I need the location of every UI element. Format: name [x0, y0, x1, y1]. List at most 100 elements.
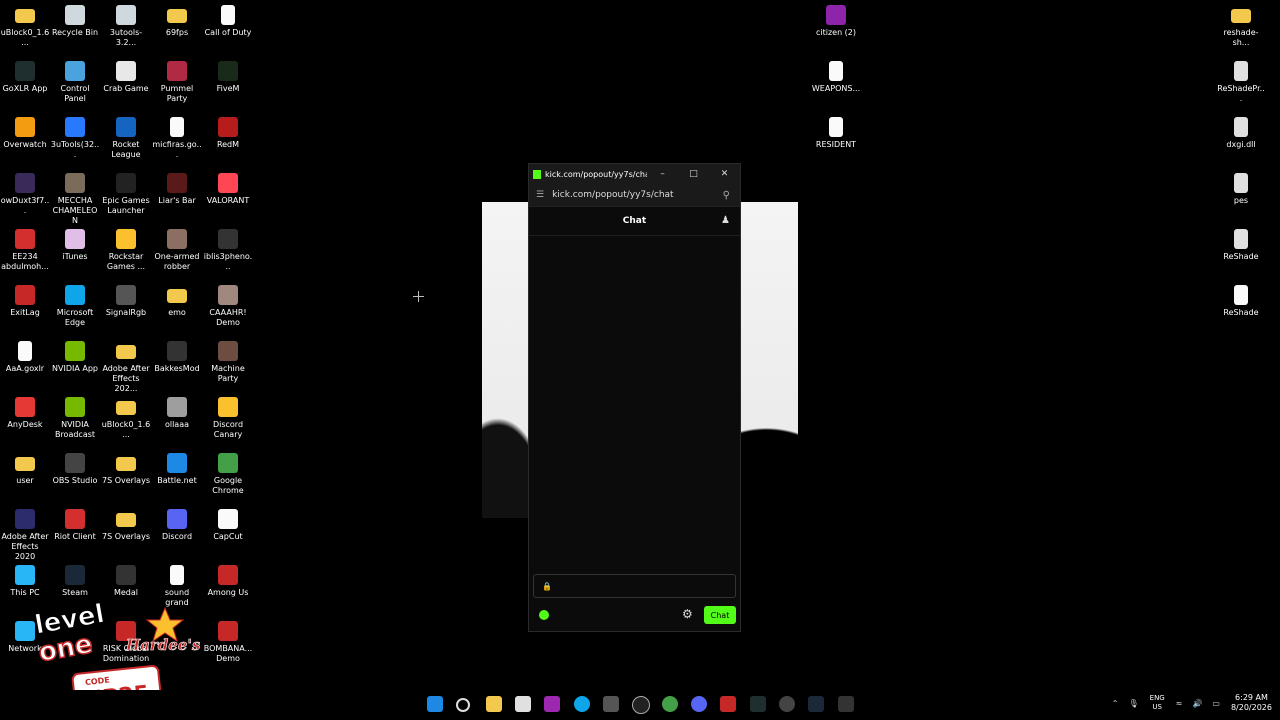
- close-icon[interactable]: ✕: [709, 169, 740, 179]
- desktop-icon[interactable]: Machine Party: [203, 341, 253, 384]
- desktop-icon[interactable]: Call of Duty: [203, 5, 253, 38]
- site-info-icon[interactable]: ☰: [536, 190, 544, 200]
- desktop-icon[interactable]: BakkesMod: [152, 341, 202, 374]
- desktop-icon[interactable]: Riot Client: [50, 509, 100, 542]
- maximize-icon[interactable]: □: [678, 169, 709, 179]
- desktop-icon[interactable]: Crab Game: [101, 61, 151, 94]
- desktop-icon[interactable]: EE234 abdulmoh...: [0, 229, 50, 272]
- desktop-icon[interactable]: Adobe After Effects 202...: [101, 341, 151, 394]
- desktop-icon[interactable]: BOMBANA... Demo: [203, 621, 253, 664]
- desktop-icon[interactable]: ReShadePr...: [1216, 61, 1266, 104]
- desktop-icon[interactable]: NVIDIA App: [50, 341, 100, 374]
- desktop-icon[interactable]: uBlock0_1.6...: [0, 5, 50, 48]
- desktop-icon[interactable]: 7S Overlays: [101, 453, 151, 486]
- desktop-icon[interactable]: MECCHA CHAMELEON: [50, 173, 100, 226]
- desktop-icon[interactable]: This PC: [0, 565, 50, 598]
- copilot-icon[interactable]: [544, 696, 560, 712]
- gear-icon[interactable]: ⚙: [682, 607, 693, 621]
- desktop-icon[interactable]: Rockstar Games ...: [101, 229, 151, 272]
- minimize-icon[interactable]: –: [647, 169, 678, 179]
- volume-icon[interactable]: 🔊: [1192, 699, 1202, 708]
- desktop-icon[interactable]: citizen (2): [811, 5, 861, 38]
- desktop-icon[interactable]: dxgi.dll: [1216, 117, 1266, 150]
- desktop-icon[interactable]: Among Us: [203, 565, 253, 598]
- desktop-icon[interactable]: emo: [152, 285, 202, 318]
- desktop-icon[interactable]: 3uTools(32...: [50, 117, 100, 160]
- address-url[interactable]: kick.com/popout/yy7s/chat: [552, 190, 723, 200]
- desktop-icon[interactable]: Steam: [50, 565, 100, 598]
- desktop-icon[interactable]: AnyDesk: [0, 397, 50, 430]
- desktop-icon[interactable]: GoXLR App: [0, 61, 50, 94]
- goxlr-taskbar-icon[interactable]: [750, 696, 766, 712]
- desktop-icon[interactable]: 7S Overlays: [101, 509, 151, 542]
- desktop-icon[interactable]: Overwatch: [0, 117, 50, 150]
- edge-icon[interactable]: [574, 696, 590, 712]
- desktop-icon[interactable]: ExitLag: [0, 285, 50, 318]
- desktop-icon[interactable]: ReShade: [1216, 285, 1266, 318]
- desktop-icon[interactable]: ReShade: [1216, 229, 1266, 262]
- desktop-icon[interactable]: NVIDIA Broadcast: [50, 397, 100, 440]
- desktop-icon[interactable]: AaA.goxlr: [0, 341, 50, 374]
- desktop-icon[interactable]: Liar's Bar: [152, 173, 202, 206]
- desktop-icon[interactable]: WEAPONS...: [811, 61, 861, 94]
- desktop-icon[interactable]: pes: [1216, 173, 1266, 206]
- desktop-icon[interactable]: Microsoft Edge: [50, 285, 100, 328]
- wifi-icon[interactable]: ≈: [1176, 699, 1183, 708]
- desktop-icon[interactable]: 69fps: [152, 5, 202, 38]
- signalrgb-taskbar-icon[interactable]: [779, 696, 795, 712]
- clock[interactable]: 6:29 AM 8/20/2026: [1231, 693, 1272, 713]
- search-icon[interactable]: [456, 698, 470, 712]
- desktop-icon[interactable]: owDuxt3f7...: [0, 173, 50, 216]
- desktop-icon[interactable]: Battle.net: [152, 453, 202, 486]
- desktop-icon[interactable]: iTunes: [50, 229, 100, 262]
- desktop-icon[interactable]: Recycle Bin: [50, 5, 100, 38]
- zoom-icon[interactable]: ⚲: [723, 190, 730, 201]
- 3utools-taskbar-icon[interactable]: [603, 696, 619, 712]
- desktop-icon[interactable]: Google Chrome: [203, 453, 253, 496]
- desktop-icon[interactable]: VALORANT: [203, 173, 253, 206]
- desktop-icon[interactable]: Control Panel: [50, 61, 100, 104]
- desktop-icon[interactable]: SignalRgb: [101, 285, 151, 318]
- desktop-icon[interactable]: Pummel Party: [152, 61, 202, 104]
- desktop-icon[interactable]: ollaaa: [152, 397, 202, 430]
- chat-send-button[interactable]: Chat: [704, 606, 736, 624]
- kick-chat-popout-window[interactable]: kick.com/popout/yy7s/chat... – □ ✕ ☰ kic…: [528, 163, 741, 632]
- chat-message-input[interactable]: 🔒: [533, 574, 736, 598]
- battery-icon[interactable]: ▭: [1212, 699, 1220, 708]
- desktop-icon[interactable]: Adobe After Effects 2020: [0, 509, 50, 562]
- desktop-icon[interactable]: CapCut: [203, 509, 253, 542]
- store-icon[interactable]: [515, 696, 531, 712]
- language-indicator[interactable]: ENG US: [1150, 694, 1165, 712]
- desktop-icon[interactable]: uBlock0_1.6...: [101, 397, 151, 440]
- desktop-icon[interactable]: micfiras.go...: [152, 117, 202, 160]
- steam-taskbar-icon[interactable]: [808, 696, 824, 712]
- desktop-icon[interactable]: Medal: [101, 565, 151, 598]
- discord-taskbar-icon[interactable]: [691, 696, 707, 712]
- start-windows-icon[interactable]: [427, 696, 443, 712]
- emote-icon[interactable]: [539, 610, 549, 620]
- desktop-icon[interactable]: Epic Games Launcher: [101, 173, 151, 216]
- desktop-icon[interactable]: One-armed robber: [152, 229, 202, 272]
- microphone-icon[interactable]: 🎙: [1128, 699, 1138, 708]
- chrome-icon[interactable]: [662, 696, 678, 712]
- desktop-icon[interactable]: Discord: [152, 509, 202, 542]
- desktop-icon[interactable]: CAAAHR! Demo: [203, 285, 253, 328]
- desktop-icon[interactable]: Discord Canary: [203, 397, 253, 440]
- address-bar[interactable]: ☰ kick.com/popout/yy7s/chat ⚲: [529, 184, 740, 207]
- desktop-icon[interactable]: RESIDENT: [811, 117, 861, 150]
- medal-taskbar-icon[interactable]: [838, 696, 854, 712]
- desktop-icon[interactable]: 3utools-3.2...: [101, 5, 151, 48]
- chevron-up-icon[interactable]: ⌃: [1112, 699, 1119, 708]
- desktop-icon[interactable]: user: [0, 453, 50, 486]
- desktop-icon[interactable]: OBS Studio: [50, 453, 100, 486]
- exitlag-taskbar-icon[interactable]: [720, 696, 736, 712]
- desktop-icon[interactable]: iblis3pheno...: [203, 229, 253, 272]
- desktop-icon[interactable]: RedM: [203, 117, 253, 150]
- window-titlebar[interactable]: kick.com/popout/yy7s/chat... – □ ✕: [529, 164, 740, 184]
- desktop-icon[interactable]: FiveM: [203, 61, 253, 94]
- obs-taskbar-icon[interactable]: [632, 696, 650, 714]
- desktop-icon[interactable]: reshade-sh...: [1216, 5, 1266, 48]
- users-icon[interactable]: ♟: [721, 215, 730, 226]
- file-explorer-icon[interactable]: [486, 696, 502, 712]
- desktop-icon[interactable]: Rocket League: [101, 117, 151, 160]
